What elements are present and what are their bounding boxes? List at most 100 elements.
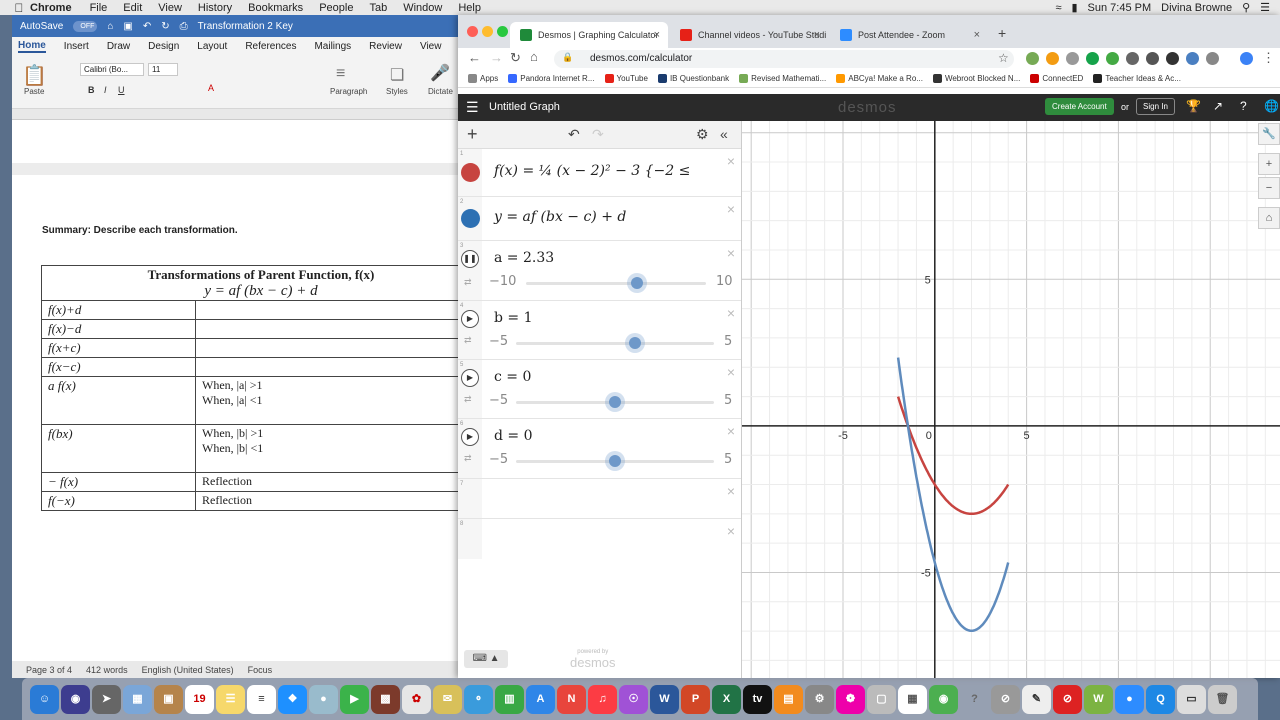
delete-expression-icon[interactable]: × [727, 423, 735, 439]
minimize-window-icon[interactable] [482, 26, 493, 37]
description-cell[interactable]: Reflection [195, 491, 458, 511]
safari-icon[interactable]: ❖ [278, 684, 307, 714]
messages-icon[interactable]: ⚬ [464, 684, 493, 714]
powerpoint-icon[interactable]: P [681, 684, 710, 714]
expression-row-empty[interactable]: 8 × [458, 519, 741, 559]
bookmark-item[interactable]: YouTube [604, 74, 648, 83]
word-icon[interactable]: W [650, 684, 679, 714]
script-editor-icon[interactable]: ✎ [1022, 684, 1051, 714]
close-tab-icon[interactable]: × [654, 29, 660, 41]
extension-icon[interactable] [1106, 52, 1119, 65]
lock-icon[interactable]: 🔒 [562, 52, 573, 63]
undo-icon[interactable]: ↶ [568, 126, 580, 143]
maximize-window-icon[interactable] [497, 26, 508, 37]
zoom-in-icon[interactable]: + [1258, 153, 1280, 175]
extension-icon[interactable] [1146, 52, 1159, 65]
slider-row[interactable]: 4 ▶ ⇄ b = 1 −5 5 × [458, 301, 741, 360]
slider-row[interactable]: 5 ▶ ⇄ c = 0 −5 5 × [458, 360, 741, 419]
extension-icon[interactable] [1086, 52, 1099, 65]
graph-canvas[interactable]: -5 0 5 5 -5 [742, 121, 1280, 678]
downloads-folder-icon[interactable]: ▭ [1177, 684, 1206, 714]
slider-track[interactable] [516, 342, 714, 345]
books-icon[interactable]: ▤ [774, 684, 803, 714]
slider-min[interactable]: −10 [489, 274, 516, 289]
slider-max[interactable]: 5 [724, 393, 732, 408]
loop-icon[interactable]: ⇄ [464, 453, 472, 464]
contacts-icon[interactable]: ▣ [154, 684, 183, 714]
play-icon[interactable]: ▶ [461, 310, 479, 328]
menubar-tab[interactable]: Tab [369, 2, 387, 14]
save-icon[interactable]: ▣ [123, 21, 132, 32]
battery-icon[interactable]: ▮ [1071, 1, 1077, 14]
graph-paper[interactable]: -5 0 5 5 -5 🔧 + − ⌂ [742, 121, 1280, 678]
expression-latex[interactable]: f(x) = ¼ (x − 2)² − 3 {−2 ≤ [494, 163, 690, 179]
extension-icon[interactable] [1046, 52, 1059, 65]
description-cell[interactable]: Reflection [195, 472, 458, 492]
help-icon[interactable]: ? [1240, 99, 1247, 113]
bookmark-item[interactable]: Pandora Internet R... [508, 74, 595, 83]
tab-references[interactable]: References [245, 41, 296, 52]
undo-icon[interactable]: ↶ [143, 21, 151, 32]
delete-expression-icon[interactable]: × [727, 523, 735, 539]
delete-expression-icon[interactable]: × [727, 364, 735, 380]
autosave-toggle[interactable]: OFF [73, 20, 98, 32]
trophy-icon[interactable]: 🏆 [1186, 99, 1201, 113]
podcasts-icon[interactable]: ☉ [619, 684, 648, 714]
bookmark-item[interactable]: Webroot Blocked N... [932, 74, 1020, 83]
app-store-icon[interactable]: A [526, 684, 555, 714]
finder-icon[interactable]: ☺ [30, 684, 59, 714]
apple-tv-icon[interactable]: tv [743, 684, 772, 714]
utility-icon[interactable]: ⊘ [991, 684, 1020, 714]
bookmark-item[interactable]: IB Questionbank [657, 74, 729, 83]
keynote-icon[interactable]: ▢ [867, 684, 896, 714]
hamburger-menu-icon[interactable]: ☰ [466, 99, 479, 116]
slider-label[interactable]: d = 0 [494, 428, 533, 444]
description-cell[interactable]: When, |b| >1 When, |b| <1 [195, 424, 458, 473]
calendar-icon[interactable]: 19 [185, 684, 214, 714]
tab-zoom[interactable]: Post Attendee - Zoom × [830, 22, 988, 48]
play-icon[interactable]: ▶ [461, 369, 479, 387]
tab-home[interactable]: Home [18, 40, 46, 53]
apple-icon[interactable]:  [8, 1, 30, 15]
slider-row[interactable]: 6 ▶ ⇄ d = 0 −5 5 × [458, 419, 741, 479]
word-ruler[interactable] [12, 109, 458, 120]
bookmark-item[interactable]: Apps [468, 74, 498, 83]
home-icon[interactable]: ⌂ [530, 49, 538, 64]
extension-icon[interactable] [1206, 52, 1219, 65]
bookmark-item[interactable]: Revised Mathemati... [739, 74, 826, 83]
bold-button[interactable]: B [88, 85, 95, 95]
menubar-file[interactable]: File [90, 2, 108, 14]
close-window-icon[interactable] [467, 26, 478, 37]
menubar-app-name[interactable]: Chrome [30, 2, 72, 14]
description-cell[interactable] [195, 300, 458, 320]
create-account-button[interactable]: Create Account [1045, 98, 1114, 115]
photos-app-icon[interactable]: ❁ [836, 684, 865, 714]
tab-view[interactable]: View [420, 41, 442, 52]
wrench-icon[interactable]: 🔧 [1258, 123, 1280, 145]
preview-viewer-icon[interactable]: ▦ [898, 684, 927, 714]
chrome-menu-icon[interactable]: ⋮ [1262, 50, 1275, 66]
launchpad-icon[interactable]: ➤ [92, 684, 121, 714]
slider-min[interactable]: −5 [489, 393, 508, 408]
mail-icon[interactable]: ✉ [433, 684, 462, 714]
dictate-icon[interactable]: 🎤 [430, 63, 450, 83]
user-name[interactable]: Divina Browne [1161, 2, 1232, 14]
extension-icon[interactable] [1066, 52, 1079, 65]
slider-max[interactable]: 10 [716, 274, 733, 289]
add-item-icon[interactable]: + [467, 124, 478, 145]
curve-color-icon[interactable] [461, 163, 480, 182]
slider-track[interactable] [526, 282, 706, 285]
blocked-app-icon[interactable]: ⊘ [1053, 684, 1082, 714]
menubar-window[interactable]: Window [403, 2, 442, 14]
clock[interactable]: Sun 7:45 PM [1088, 2, 1152, 14]
graph-title[interactable]: Untitled Graph [489, 101, 560, 113]
expression-row[interactable]: 1 f(x) = ¼ (x − 2)² − 3 {−2 ≤ × [458, 149, 741, 197]
tab-insert[interactable]: Insert [64, 41, 89, 52]
globe-icon[interactable]: 🌐 [1264, 99, 1279, 113]
menubar-people[interactable]: People [319, 2, 353, 14]
help-icon[interactable]: ? [960, 685, 989, 714]
siri-icon[interactable]: ◉ [61, 684, 90, 714]
w-app-icon[interactable]: W [1084, 684, 1113, 714]
redo-icon[interactable]: ↷ [592, 126, 604, 143]
photo-booth-icon[interactable]: ● [309, 684, 338, 714]
